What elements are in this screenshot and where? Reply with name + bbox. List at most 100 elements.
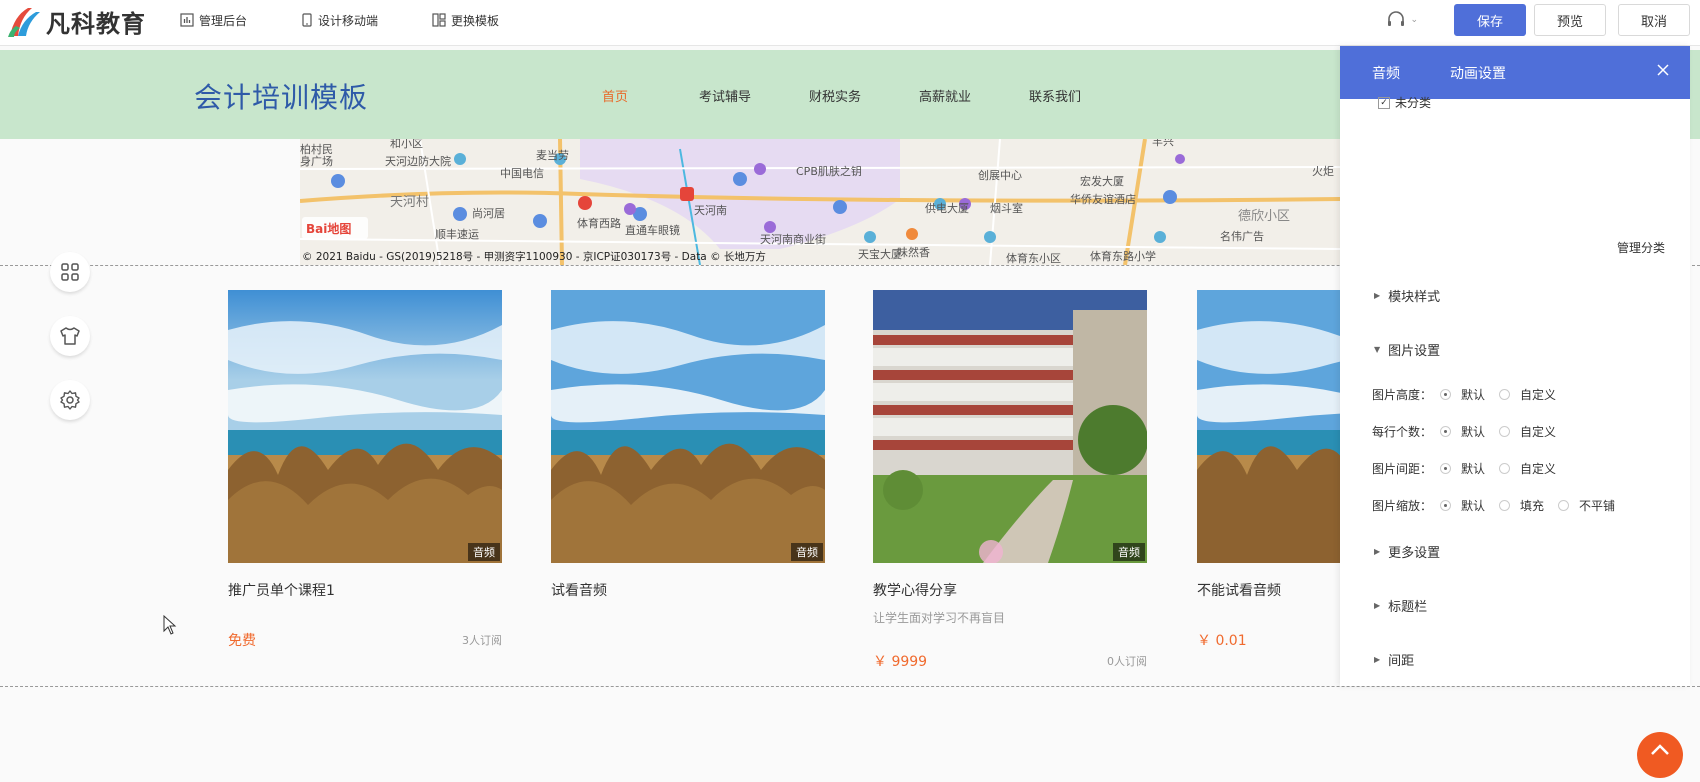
radio-option[interactable]: 自定义 — [1499, 423, 1556, 440]
panel-header: 音频 动画设置 — [1340, 46, 1690, 99]
admin-backend-link[interactable]: 管理后台 — [180, 12, 247, 29]
course-card[interactable]: 不能试看音频 ￥ 0.01 — [1197, 290, 1340, 650]
change-template-label: 更换模板 — [451, 13, 500, 28]
section-label: 模块样式 — [1388, 290, 1441, 305]
site-nav: 首页 考试辅导 财税实务 高薪就业 联系我们 — [560, 86, 1110, 105]
map-label: 体育东路小学 — [1090, 249, 1156, 263]
site-nav-tax[interactable]: 财税实务 — [780, 86, 890, 105]
image-spacing-row: 图片间距： 默认 自定义 — [1372, 460, 1570, 477]
theme-style-button[interactable] — [50, 316, 90, 356]
module-settings-panel: 音频 动画设置 ✓ 未分类 管理分类 ▶ 模块样式 ▼ 图片设置 图片高度： 默认 … — [1340, 46, 1690, 686]
radio-button[interactable] — [1499, 500, 1511, 511]
site-nav-home[interactable]: 首页 — [560, 86, 670, 105]
radio-button[interactable] — [1440, 500, 1451, 511]
back-to-top-button[interactable] — [1637, 732, 1683, 778]
brand-logo[interactable]: 凡科教育 — [6, 3, 146, 39]
radio-option[interactable]: 填充 — [1499, 497, 1544, 514]
support-dropdown[interactable]: ⌄ — [1386, 10, 1418, 30]
caret-right-icon: ▶ — [1374, 291, 1381, 300]
course-thumbnail: 音频 — [551, 290, 825, 563]
map-label: 麦当劳 — [536, 148, 569, 162]
radio-option[interactable]: 不平铺 — [1558, 497, 1615, 514]
radio-button[interactable] — [1499, 463, 1511, 474]
radio-option[interactable]: 默认 — [1440, 386, 1485, 403]
tab-animation-settings[interactable]: 动画设置 — [1450, 63, 1506, 83]
course-title: 试看音频 — [551, 583, 607, 599]
map-label: 身广场 — [300, 154, 333, 168]
media-type-badge: 音频 — [791, 543, 823, 561]
chevron-down-icon: ⌄ — [1410, 15, 1418, 25]
course-subscribers: 0人订阅 — [1107, 655, 1147, 668]
module-divider-bottom — [0, 686, 1700, 687]
map-copyright: © 2021 Baidu - GS(2019)5218号 - 甲测资字11009… — [302, 250, 766, 263]
section-label: 标题栏 — [1388, 600, 1428, 615]
design-mobile-link[interactable]: 设计移动端 — [301, 12, 378, 29]
map-label: 天宝大厦 — [858, 247, 902, 261]
media-type-badge: 音频 — [468, 543, 500, 561]
radio-option[interactable]: 默认 — [1440, 460, 1485, 477]
radio-option[interactable]: 自定义 — [1499, 460, 1556, 477]
map-label: 和小区 — [390, 139, 423, 150]
brand-logo-icon — [6, 4, 44, 38]
map-label: 天河南 — [694, 204, 727, 217]
preview-button[interactable]: 预览 — [1534, 4, 1606, 36]
editor-toolbar: 凡科教育 管理后台 设计移动端 更换模板 ⌄ 保存 预览 取消 — [0, 0, 1700, 46]
baidu-map-logo: Bai地图 — [306, 221, 351, 236]
row-label: 图片高度： — [1372, 388, 1433, 402]
map-label: 火炬 — [1312, 165, 1334, 178]
site-nav-contact[interactable]: 联系我们 — [1000, 86, 1110, 105]
mobile-icon — [302, 13, 312, 27]
section-title-bar[interactable]: ▶ 标题栏 — [1374, 596, 1427, 615]
design-mobile-label: 设计移动端 — [318, 13, 379, 28]
map-label: 创展中心 — [978, 169, 1022, 182]
map-label: 尚河居 — [472, 206, 505, 220]
site-nav-exam[interactable]: 考试辅导 — [670, 86, 780, 105]
course-price: 免费 — [228, 633, 256, 649]
radio-label: 默认 — [1461, 499, 1486, 513]
change-template-link[interactable]: 更换模板 — [432, 12, 499, 29]
course-price: ￥ 9999 — [873, 654, 928, 670]
settings-button[interactable] — [50, 380, 90, 420]
radio-option[interactable]: 自定义 — [1499, 386, 1556, 403]
radio-option[interactable]: 默认 — [1440, 497, 1485, 514]
section-more-settings[interactable]: ▶ 更多设置 — [1374, 542, 1440, 561]
uncategorized-checkbox[interactable]: ✓ 未分类 — [1378, 94, 1431, 111]
radio-button[interactable] — [1499, 426, 1511, 437]
section-module-style[interactable]: ▶ 模块样式 — [1374, 286, 1440, 305]
map-label: 天河边防大院 — [385, 154, 451, 168]
radio-label: 默认 — [1461, 462, 1486, 476]
manage-categories-link[interactable]: 管理分类 — [1617, 239, 1665, 256]
radio-option[interactable]: 默认 — [1440, 423, 1485, 440]
save-button[interactable]: 保存 — [1454, 4, 1526, 36]
site-title[interactable]: 会计培训模板 — [194, 76, 368, 116]
radio-label: 自定义 — [1520, 425, 1557, 439]
map-canvas: 和小区 天河边防大院 麦当劳 中国电信 天河村 尚河居 顺丰速运 体育西路 直通… — [300, 139, 1340, 265]
map-label: 顺丰速运 — [435, 228, 479, 241]
course-card[interactable]: 音频 教学心得分享 让学生面对学习不再盲目 ￥ 9999 0人订阅 — [873, 290, 1147, 671]
section-image-settings[interactable]: ▼ 图片设置 — [1374, 340, 1440, 359]
course-card[interactable]: 音频 试看音频 — [551, 290, 825, 600]
section-spacing[interactable]: ▶ 间距 — [1374, 650, 1414, 669]
module-grid-button[interactable] — [50, 252, 90, 292]
per-row-count-row: 每行个数： 默认 自定义 — [1372, 423, 1570, 440]
media-type-badge: 音频 — [1113, 543, 1145, 561]
site-nav-jobs[interactable]: 高薪就业 — [890, 86, 1000, 105]
map-widget[interactable]: 和小区 天河边防大院 麦当劳 中国电信 天河村 尚河居 顺丰速运 体育西路 直通… — [300, 139, 1340, 265]
radio-button[interactable] — [1440, 426, 1451, 437]
headset-icon — [1388, 11, 1405, 26]
radio-button[interactable] — [1440, 463, 1451, 474]
tab-audio[interactable]: 音频 — [1372, 63, 1400, 83]
uncategorized-label: 未分类 — [1395, 96, 1432, 110]
radio-button[interactable] — [1558, 500, 1570, 511]
radio-label: 自定义 — [1520, 462, 1557, 476]
map-label: 体育西路 — [577, 216, 621, 230]
close-icon[interactable] — [1656, 63, 1670, 81]
course-thumbnail: 音频 — [228, 290, 502, 563]
radio-button[interactable] — [1440, 389, 1451, 400]
course-card[interactable]: 音频 推广员单个课程1 免费 3人订阅 — [228, 290, 502, 650]
bar-chart-icon — [180, 13, 194, 27]
cancel-button[interactable]: 取消 — [1618, 4, 1690, 36]
mouse-cursor-icon — [163, 614, 177, 639]
radio-button[interactable] — [1499, 389, 1511, 400]
map-label: 宏发大厦 — [1080, 174, 1124, 188]
